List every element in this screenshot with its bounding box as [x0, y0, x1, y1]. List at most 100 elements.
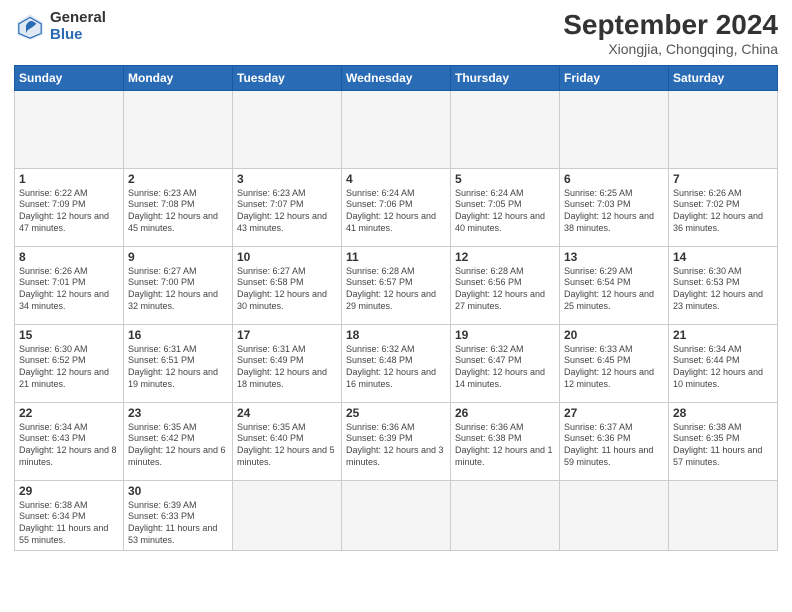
- table-row: [233, 480, 342, 550]
- table-row: [669, 480, 778, 550]
- cell-info: Sunrise: 6:25 AMSunset: 7:03 PMDaylight:…: [564, 188, 654, 233]
- table-row: 26 Sunrise: 6:36 AMSunset: 6:38 PMDayligh…: [451, 402, 560, 480]
- logo-icon: [14, 11, 46, 43]
- cell-info: Sunrise: 6:26 AMSunset: 7:02 PMDaylight:…: [673, 188, 763, 233]
- cell-info: Sunrise: 6:28 AMSunset: 6:56 PMDaylight:…: [455, 266, 545, 311]
- table-row: 11 Sunrise: 6:28 AMSunset: 6:57 PMDayligh…: [342, 246, 451, 324]
- table-row: 10 Sunrise: 6:27 AMSunset: 6:58 PMDayligh…: [233, 246, 342, 324]
- day-number: 19: [455, 328, 555, 342]
- day-number: 22: [19, 406, 119, 420]
- cell-info: Sunrise: 6:32 AMSunset: 6:48 PMDaylight:…: [346, 344, 436, 389]
- cell-info: Sunrise: 6:35 AMSunset: 6:40 PMDaylight:…: [237, 422, 335, 467]
- cell-info: Sunrise: 6:39 AMSunset: 6:33 PMDaylight:…: [128, 500, 217, 545]
- cell-info: Sunrise: 6:37 AMSunset: 6:36 PMDaylight:…: [564, 422, 653, 467]
- col-wednesday: Wednesday: [342, 65, 451, 90]
- cell-info: Sunrise: 6:36 AMSunset: 6:38 PMDaylight:…: [455, 422, 553, 467]
- day-number: 17: [237, 328, 337, 342]
- cell-info: Sunrise: 6:33 AMSunset: 6:45 PMDaylight:…: [564, 344, 654, 389]
- cell-info: Sunrise: 6:31 AMSunset: 6:51 PMDaylight:…: [128, 344, 218, 389]
- table-row: [560, 90, 669, 168]
- cell-info: Sunrise: 6:34 AMSunset: 6:43 PMDaylight:…: [19, 422, 117, 467]
- table-row: 22 Sunrise: 6:34 AMSunset: 6:43 PMDayligh…: [15, 402, 124, 480]
- day-number: 20: [564, 328, 664, 342]
- col-sunday: Sunday: [15, 65, 124, 90]
- table-row: 19 Sunrise: 6:32 AMSunset: 6:47 PMDayligh…: [451, 324, 560, 402]
- cell-info: Sunrise: 6:35 AMSunset: 6:42 PMDaylight:…: [128, 422, 226, 467]
- month-title: September 2024: [563, 10, 778, 41]
- day-number: 14: [673, 250, 773, 264]
- table-row: [342, 480, 451, 550]
- calendar: Sunday Monday Tuesday Wednesday Thursday…: [14, 65, 778, 551]
- table-row: 13Sunrise: 6:29 AMSunset: 6:54 PMDayligh…: [560, 246, 669, 324]
- cell-info: Sunrise: 6:26 AMSunset: 7:01 PMDaylight:…: [19, 266, 109, 311]
- table-row: 7Sunrise: 6:26 AMSunset: 7:02 PMDaylight…: [669, 168, 778, 246]
- cell-info: Sunrise: 6:23 AMSunset: 7:07 PMDaylight:…: [237, 188, 327, 233]
- day-number: 9: [128, 250, 228, 264]
- table-row: 9 Sunrise: 6:27 AMSunset: 7:00 PMDaylight…: [124, 246, 233, 324]
- cell-info: Sunrise: 6:27 AMSunset: 7:00 PMDaylight:…: [128, 266, 218, 311]
- day-number: 6: [564, 172, 664, 186]
- table-row: 24 Sunrise: 6:35 AMSunset: 6:40 PMDayligh…: [233, 402, 342, 480]
- cell-info: Sunrise: 6:22 AMSunset: 7:09 PMDaylight:…: [19, 188, 109, 233]
- table-row: 3 Sunrise: 6:23 AMSunset: 7:07 PMDaylight…: [233, 168, 342, 246]
- header: General Blue September 2024 Xiongjia, Ch…: [14, 10, 778, 57]
- day-number: 8: [19, 250, 119, 264]
- cell-info: Sunrise: 6:27 AMSunset: 6:58 PMDaylight:…: [237, 266, 327, 311]
- day-number: 16: [128, 328, 228, 342]
- table-row: 20 Sunrise: 6:33 AMSunset: 6:45 PMDayligh…: [560, 324, 669, 402]
- col-thursday: Thursday: [451, 65, 560, 90]
- day-number: 26: [455, 406, 555, 420]
- day-number: 24: [237, 406, 337, 420]
- col-tuesday: Tuesday: [233, 65, 342, 90]
- cell-info: Sunrise: 6:38 AMSunset: 6:35 PMDaylight:…: [673, 422, 762, 467]
- cell-info: Sunrise: 6:23 AMSunset: 7:08 PMDaylight:…: [128, 188, 218, 233]
- table-row: 12Sunrise: 6:28 AMSunset: 6:56 PMDayligh…: [451, 246, 560, 324]
- table-row: 23 Sunrise: 6:35 AMSunset: 6:42 PMDayligh…: [124, 402, 233, 480]
- table-row: 14 Sunrise: 6:30 AMSunset: 6:53 PMDayligh…: [669, 246, 778, 324]
- day-number: 23: [128, 406, 228, 420]
- calendar-header-row: Sunday Monday Tuesday Wednesday Thursday…: [15, 65, 778, 90]
- col-monday: Monday: [124, 65, 233, 90]
- table-row: [15, 90, 124, 168]
- table-row: 21 Sunrise: 6:34 AMSunset: 6:44 PMDayligh…: [669, 324, 778, 402]
- cell-info: Sunrise: 6:32 AMSunset: 6:47 PMDaylight:…: [455, 344, 545, 389]
- logo-text-general: General: [50, 10, 106, 27]
- day-number: 3: [237, 172, 337, 186]
- table-row: 8 Sunrise: 6:26 AMSunset: 7:01 PMDaylight…: [15, 246, 124, 324]
- day-number: 10: [237, 250, 337, 264]
- cell-info: Sunrise: 6:34 AMSunset: 6:44 PMDaylight:…: [673, 344, 763, 389]
- cell-info: Sunrise: 6:29 AMSunset: 6:54 PMDaylight:…: [564, 266, 654, 311]
- cell-info: Sunrise: 6:30 AMSunset: 6:53 PMDaylight:…: [673, 266, 763, 311]
- table-row: [560, 480, 669, 550]
- cell-info: Sunrise: 6:38 AMSunset: 6:34 PMDaylight:…: [19, 500, 108, 545]
- table-row: 17Sunrise: 6:31 AMSunset: 6:49 PMDayligh…: [233, 324, 342, 402]
- table-row: 5Sunrise: 6:24 AMSunset: 7:05 PMDaylight…: [451, 168, 560, 246]
- day-number: 21: [673, 328, 773, 342]
- table-row: 1 Sunrise: 6:22 AMSunset: 7:09 PMDaylight…: [15, 168, 124, 246]
- day-number: 11: [346, 250, 446, 264]
- table-row: 2 Sunrise: 6:23 AMSunset: 7:08 PMDaylight…: [124, 168, 233, 246]
- table-row: [451, 90, 560, 168]
- table-row: 16 Sunrise: 6:31 AMSunset: 6:51 PMDayligh…: [124, 324, 233, 402]
- logo: General Blue: [14, 10, 106, 43]
- day-number: 25: [346, 406, 446, 420]
- logo-text-blue: Blue: [50, 27, 106, 44]
- table-row: 28Sunrise: 6:38 AMSunset: 6:35 PMDayligh…: [669, 402, 778, 480]
- table-row: [669, 90, 778, 168]
- table-row: 18Sunrise: 6:32 AMSunset: 6:48 PMDayligh…: [342, 324, 451, 402]
- table-row: 4Sunrise: 6:24 AMSunset: 7:06 PMDaylight…: [342, 168, 451, 246]
- day-number: 2: [128, 172, 228, 186]
- cell-info: Sunrise: 6:24 AMSunset: 7:05 PMDaylight:…: [455, 188, 545, 233]
- table-row: 6 Sunrise: 6:25 AMSunset: 7:03 PMDaylight…: [560, 168, 669, 246]
- table-row: 25 Sunrise: 6:36 AMSunset: 6:39 PMDayligh…: [342, 402, 451, 480]
- location: Xiongjia, Chongqing, China: [563, 41, 778, 57]
- day-number: 1: [19, 172, 119, 186]
- page: General Blue September 2024 Xiongjia, Ch…: [0, 0, 792, 612]
- day-number: 29: [19, 484, 119, 498]
- day-number: 15: [19, 328, 119, 342]
- cell-info: Sunrise: 6:36 AMSunset: 6:39 PMDaylight:…: [346, 422, 444, 467]
- table-row: [233, 90, 342, 168]
- cell-info: Sunrise: 6:28 AMSunset: 6:57 PMDaylight:…: [346, 266, 436, 311]
- table-row: [342, 90, 451, 168]
- col-saturday: Saturday: [669, 65, 778, 90]
